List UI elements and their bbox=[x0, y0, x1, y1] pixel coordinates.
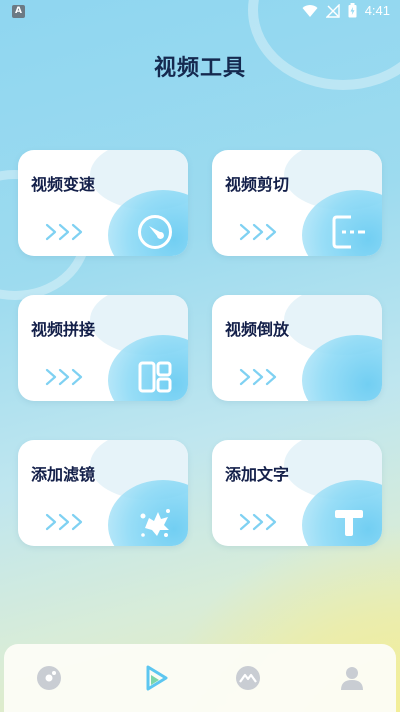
triple-chevron-icon bbox=[44, 222, 86, 242]
triple-chevron-icon bbox=[44, 512, 86, 532]
card-video-cut[interactable]: 视频剪切 bbox=[212, 150, 382, 256]
cut-icon bbox=[327, 210, 371, 254]
filter-splash-icon bbox=[133, 500, 177, 544]
card-label: 添加滤镜 bbox=[31, 465, 96, 484]
page-title: 视频工具 bbox=[153, 56, 246, 81]
signal-off-icon bbox=[325, 3, 340, 18]
speed-dial-icon bbox=[133, 210, 177, 254]
triple-chevron-icon bbox=[44, 367, 86, 387]
triple-chevron-icon bbox=[238, 367, 280, 387]
tab-profile[interactable] bbox=[334, 660, 370, 696]
disc-icon bbox=[37, 666, 61, 690]
card-add-filter[interactable]: 添加滤镜 bbox=[18, 440, 188, 546]
wifi-icon bbox=[302, 4, 318, 17]
play-icon bbox=[146, 665, 168, 691]
notification-badge-icon: A bbox=[12, 5, 25, 18]
card-add-text[interactable]: 添加文字 bbox=[212, 440, 382, 546]
tab-home[interactable] bbox=[31, 660, 67, 696]
tab-tools[interactable] bbox=[138, 660, 174, 696]
card-label: 视频拼接 bbox=[31, 320, 96, 339]
mountain-icon bbox=[236, 666, 260, 690]
card-label: 视频剪切 bbox=[225, 175, 290, 194]
status-right-group: 4:41 bbox=[302, 3, 390, 18]
bottom-nav bbox=[4, 644, 396, 712]
tab-explore[interactable] bbox=[230, 660, 266, 696]
card-label: 视频变速 bbox=[31, 175, 96, 194]
status-time: 4:41 bbox=[364, 3, 390, 18]
card-video-splice[interactable]: 视频拼接 bbox=[18, 295, 188, 401]
status-bar: A 4:41 bbox=[0, 0, 400, 24]
battery-icon bbox=[348, 3, 357, 18]
card-video-speed[interactable]: 视频变速 bbox=[18, 150, 188, 256]
triple-chevron-icon bbox=[238, 222, 280, 242]
text-t-icon bbox=[327, 500, 371, 544]
card-label: 视频倒放 bbox=[225, 320, 290, 339]
card-video-reverse[interactable]: 视频倒放 bbox=[212, 295, 382, 401]
triple-chevron-icon bbox=[238, 512, 280, 532]
grid-splice-icon bbox=[133, 355, 177, 399]
card-label: 添加文字 bbox=[225, 465, 290, 484]
app-screen: A 4:41 视频工具 视频变速 视频剪切 视频拼接 视频倒放 添加滤镜 添加文… bbox=[0, 0, 400, 712]
user-icon bbox=[341, 667, 363, 690]
